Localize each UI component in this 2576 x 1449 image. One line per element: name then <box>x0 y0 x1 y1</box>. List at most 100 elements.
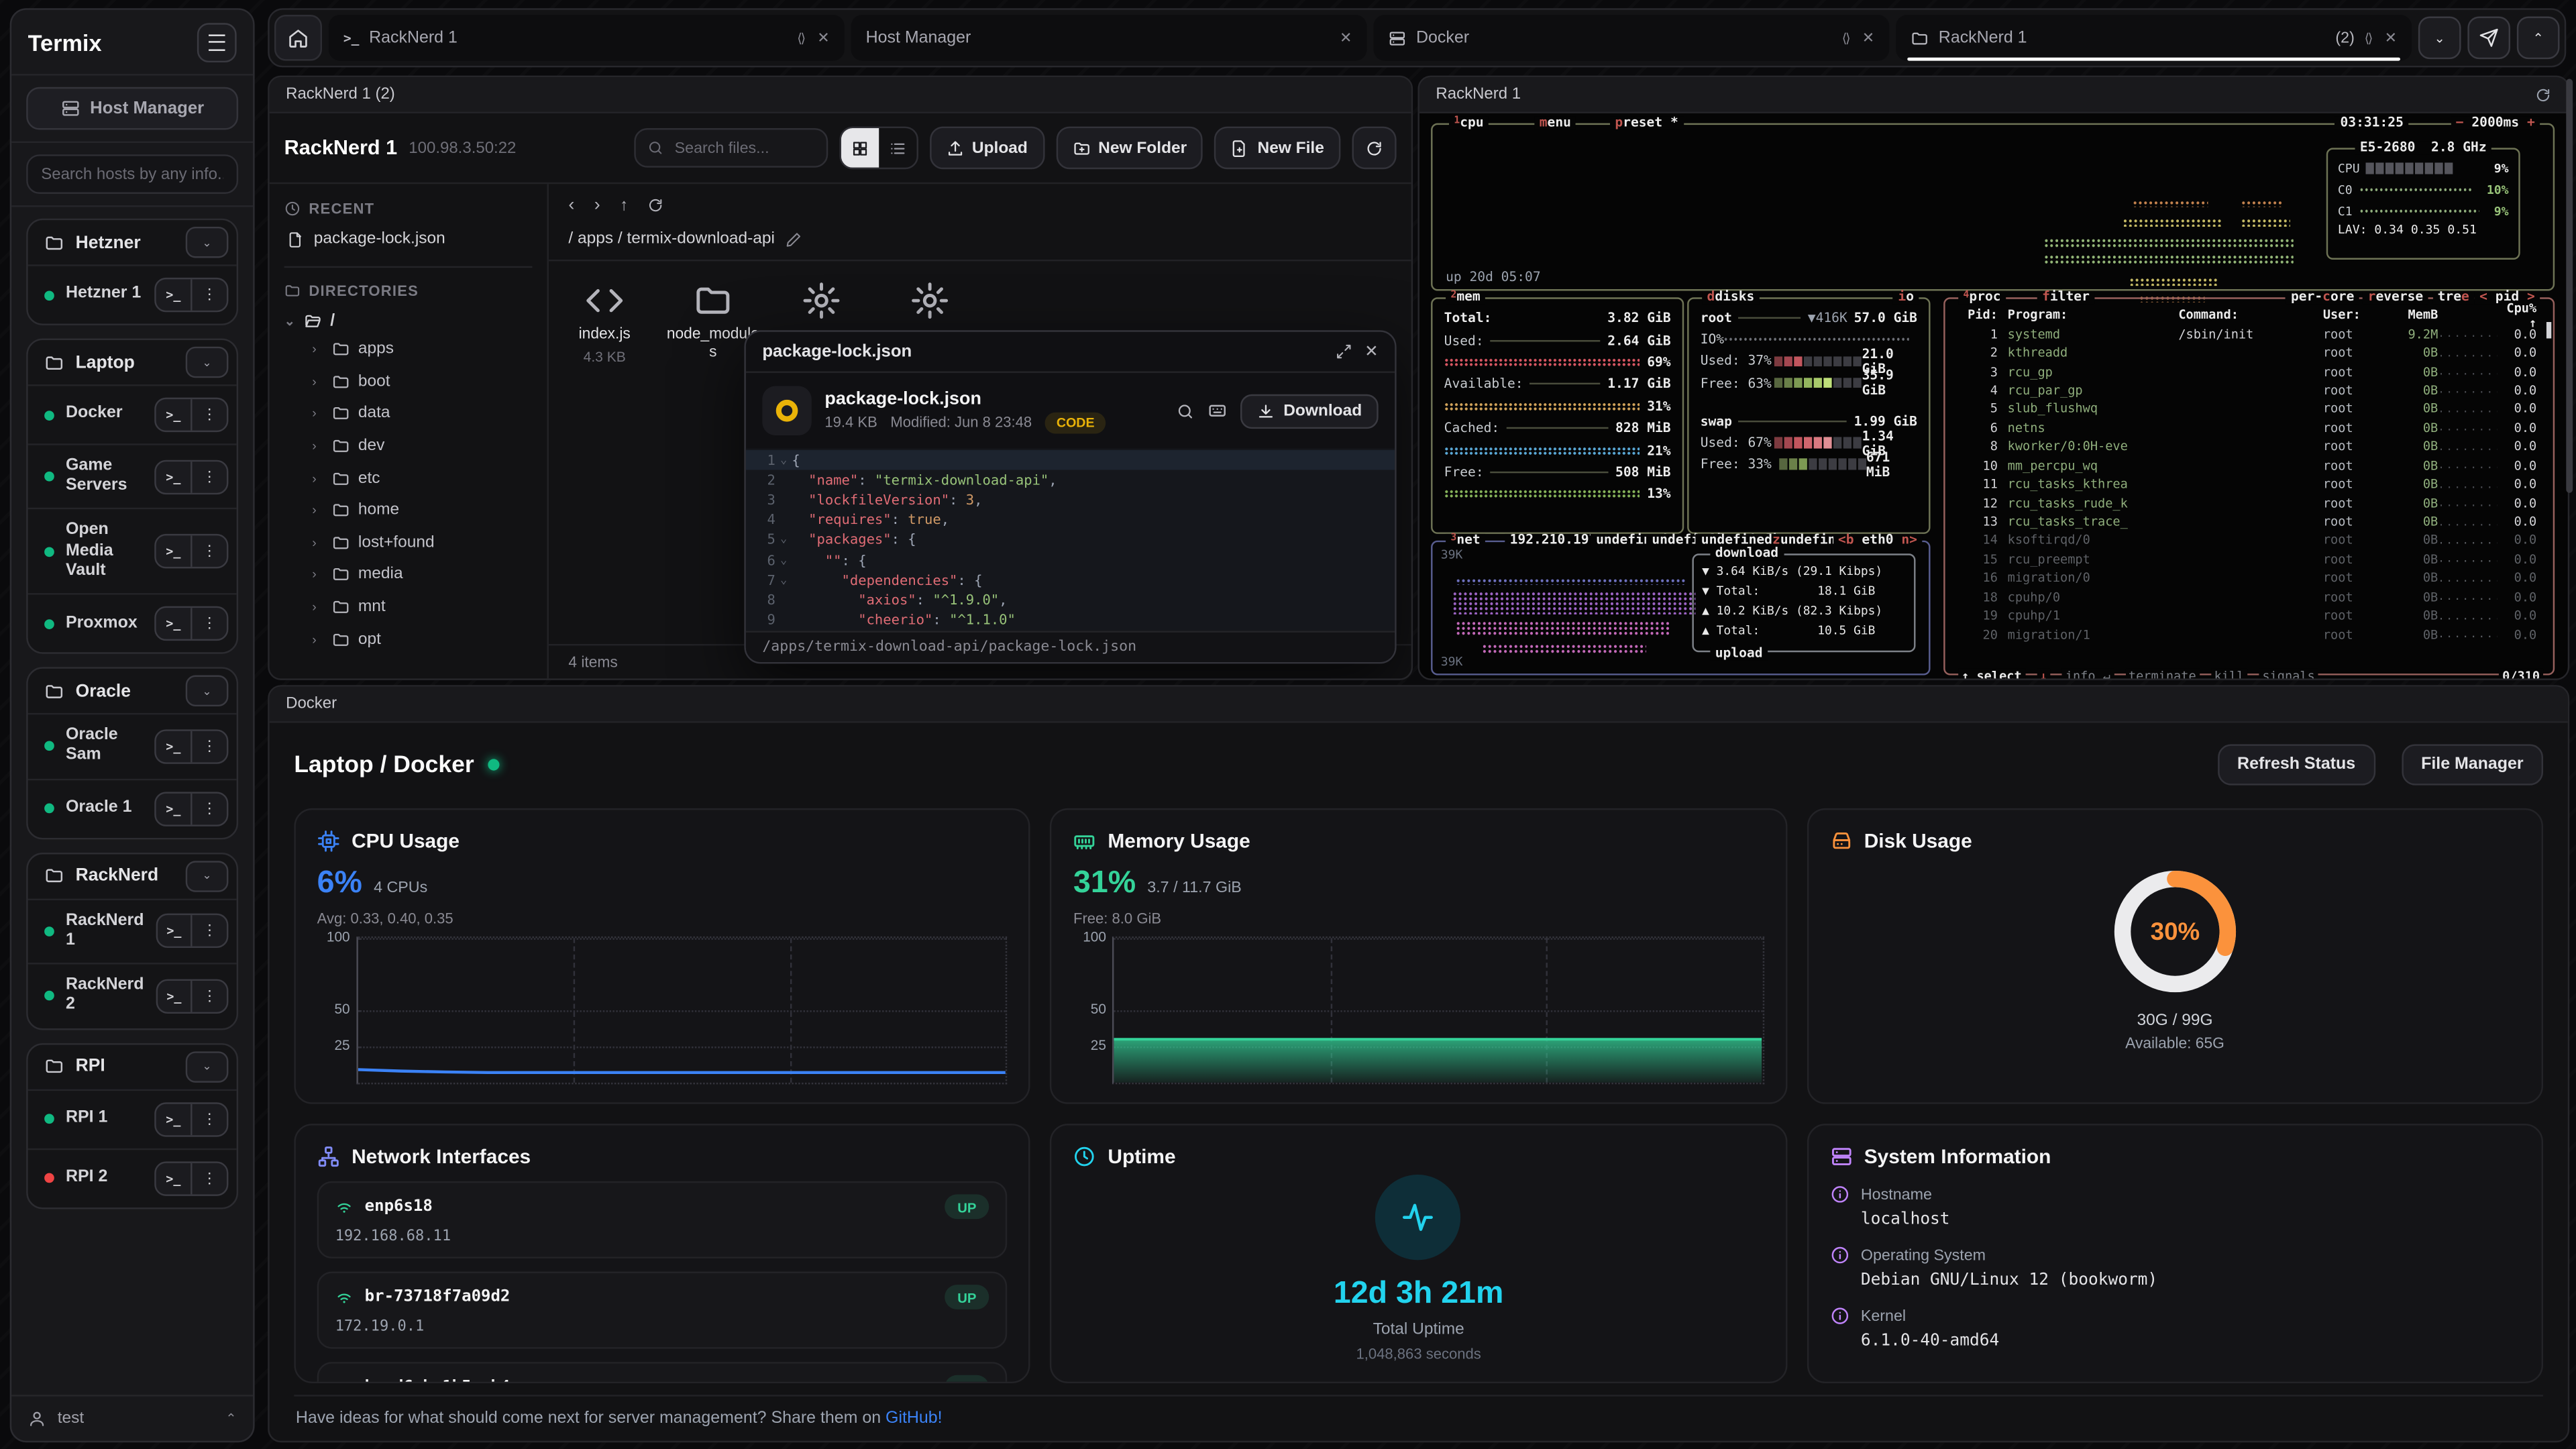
tree-item-dev[interactable]: ›dev <box>284 430 533 462</box>
tree-item-home[interactable]: ›home <box>284 494 533 527</box>
group-header[interactable]: Laptop⌄ <box>28 340 237 384</box>
chevron-up-icon[interactable]: ⌃ <box>225 1411 236 1426</box>
tree-item-boot[interactable]: ›boot <box>284 366 533 398</box>
close-tab-icon[interactable]: ✕ <box>2385 29 2397 47</box>
host-manager-button[interactable]: Host Manager <box>26 87 238 130</box>
host-menu-button[interactable]: ⋮ <box>193 399 227 431</box>
upload-button[interactable]: Upload <box>929 127 1044 170</box>
close-tab-icon[interactable]: ✕ <box>1340 29 1352 47</box>
host-proxmox[interactable]: Proxmox>_⋮ <box>28 594 237 653</box>
process-row[interactable]: 3rcu_gproot0B.........0.0 <box>1945 362 2553 381</box>
split-view-icon[interactable]: ⟨⟩ <box>2365 30 2371 45</box>
process-row[interactable]: 12rcu_tasks_rude_kroot0B.........0.0 <box>1945 494 2553 513</box>
nav-up-button[interactable]: ↑ <box>620 197 628 215</box>
process-row[interactable]: 16migration/0root0B.........0.0 <box>1945 569 2553 588</box>
open-terminal-button[interactable]: >_ <box>156 462 193 493</box>
process-row[interactable]: 6netnsroot0B.........0.0 <box>1945 419 2553 437</box>
tree-root-item[interactable]: ⌄ / <box>284 309 533 333</box>
page-scrollbar[interactable] <box>2566 79 2573 493</box>
open-terminal-button[interactable]: >_ <box>157 981 193 1012</box>
nav-back-button[interactable]: ‹ <box>568 195 574 215</box>
host-menu-button[interactable]: ⋮ <box>193 1163 227 1194</box>
process-row[interactable]: 2kthreaddroot0B.........0.0 <box>1945 343 2553 362</box>
host-menu-button[interactable]: ⋮ <box>193 279 227 311</box>
host-open-media-vault[interactable]: Open Media Vault>_⋮ <box>28 508 237 594</box>
host-rpi-1[interactable]: RPI 1>_⋮ <box>28 1089 237 1148</box>
process-row[interactable]: 14ksoftirqd/0root0B.........0.0 <box>1945 531 2553 550</box>
host-menu-button[interactable]: ⋮ <box>193 731 227 763</box>
open-terminal-button[interactable]: >_ <box>156 608 193 640</box>
refresh-status-button[interactable]: Refresh Status <box>2218 744 2375 785</box>
open-terminal-button[interactable]: >_ <box>157 916 193 947</box>
group-header[interactable]: RPI⌄ <box>28 1044 237 1089</box>
tree-item-lost-found[interactable]: ›lost+found <box>284 527 533 559</box>
group-header[interactable]: Hetzner⌄ <box>28 220 237 264</box>
process-row[interactable]: 15rcu_preemptroot0B.........0.0 <box>1945 550 2553 569</box>
open-terminal-button[interactable]: >_ <box>156 1104 193 1135</box>
host-menu-button[interactable]: ⋮ <box>193 608 227 640</box>
tab-dropdown-button[interactable]: ⌄ <box>2418 16 2461 59</box>
close-icon[interactable]: ✕ <box>1364 343 1379 361</box>
tab-docker[interactable]: Docker⟨⟩✕ <box>1373 15 1889 61</box>
tree-item-mnt[interactable]: ›mnt <box>284 591 533 623</box>
process-row[interactable]: 8kworker/0:0H-everoot0B.........0.0 <box>1945 437 2553 456</box>
file-search-input[interactable] <box>672 137 814 158</box>
host-menu-button[interactable]: ⋮ <box>193 793 227 824</box>
close-tab-icon[interactable]: ✕ <box>817 29 829 47</box>
host-racknerd-1[interactable]: RackNerd 1>_⋮ <box>28 898 237 963</box>
tree-item-opt[interactable]: ›opt <box>284 623 533 655</box>
refresh-files-button[interactable] <box>1352 127 1397 170</box>
process-row[interactable]: 11rcu_tasks_kthrearoot0B.........0.0 <box>1945 475 2553 494</box>
tree-item-apps[interactable]: ›apps <box>284 333 533 366</box>
list-view-button[interactable] <box>878 128 916 168</box>
sidebar-user-row[interactable]: test ⌃ <box>11 1395 253 1441</box>
code-viewer[interactable]: 1⌄{2 "name": "termix-download-api",3 "lo… <box>746 449 1395 631</box>
process-row[interactable]: 10mm_percpu_wqroot0B.........0.0 <box>1945 456 2553 475</box>
quick-launch-button[interactable] <box>2467 16 2510 59</box>
host-racknerd-2[interactable]: RackNerd 2>_⋮ <box>28 963 237 1028</box>
new-file-button[interactable]: New File <box>1215 127 1341 170</box>
open-terminal-button[interactable]: >_ <box>156 731 193 763</box>
group-collapse-button[interactable]: ⌄ <box>186 1051 229 1082</box>
split-view-icon[interactable]: ⟨⟩ <box>797 30 804 45</box>
tab-host-manager[interactable]: Host Manager✕ <box>851 15 1367 61</box>
split-view-icon[interactable]: ⟨⟩ <box>1842 30 1849 45</box>
download-button[interactable]: Download <box>1241 394 1379 428</box>
host-menu-button[interactable]: ⋮ <box>193 536 227 568</box>
open-terminal-button[interactable]: >_ <box>156 279 193 311</box>
sync-icon[interactable] <box>2535 87 2551 103</box>
file-item-index-js[interactable]: index.js4.3 KB <box>555 281 654 364</box>
tree-item-media[interactable]: ›media <box>284 559 533 591</box>
host-menu-button[interactable]: ⋮ <box>193 1104 227 1135</box>
host-menu-button[interactable]: ⋮ <box>193 916 227 947</box>
collapse-button[interactable]: ⌃ <box>2517 16 2560 59</box>
nav-refresh-button[interactable] <box>648 197 664 213</box>
sidebar-search-input[interactable] <box>26 154 238 194</box>
sidebar-menu-button[interactable] <box>197 23 237 62</box>
group-collapse-button[interactable]: ⌄ <box>186 860 229 892</box>
group-collapse-button[interactable]: ⌄ <box>186 347 229 378</box>
open-terminal-button[interactable]: >_ <box>156 536 193 568</box>
process-row[interactable]: 13rcu_tasks_trace_root0B.........0.0 <box>1945 513 2553 531</box>
github-link[interactable]: GitHub! <box>885 1409 943 1428</box>
nav-forward-button[interactable]: › <box>594 195 600 215</box>
open-terminal-button[interactable]: >_ <box>156 793 193 824</box>
host-menu-button[interactable]: ⋮ <box>193 462 227 493</box>
host-oracle-sam[interactable]: Oracle Sam>_⋮ <box>28 713 237 778</box>
grid-view-button[interactable] <box>841 128 878 168</box>
host-menu-button[interactable]: ⋮ <box>193 981 227 1012</box>
process-row[interactable]: 20migration/1root0B.........0.0 <box>1945 625 2553 644</box>
home-button[interactable] <box>274 15 322 61</box>
file-manager-button[interactable]: File Manager <box>2402 744 2543 785</box>
close-tab-icon[interactable]: ✕ <box>1862 29 1874 47</box>
host-game-servers[interactable]: Game Servers>_⋮ <box>28 443 237 508</box>
tree-item-data[interactable]: ›data <box>284 398 533 430</box>
open-terminal-button[interactable]: >_ <box>156 1163 193 1194</box>
process-row[interactable]: 18cpuhp/0root0B.........0.0 <box>1945 588 2553 606</box>
process-row[interactable]: 1systemd/sbin/initroot9.2M.........0.0 <box>1945 325 2553 343</box>
keyboard-icon[interactable] <box>1208 401 1228 421</box>
process-row[interactable]: 5slub_flushwqroot0B.........0.0 <box>1945 400 2553 419</box>
process-row[interactable]: 4rcu_par_gproot0B.........0.0 <box>1945 381 2553 400</box>
tab-racknerd-1-2[interactable]: RackNerd 1(2)⟨⟩✕ <box>1896 15 2412 61</box>
group-collapse-button[interactable]: ⌄ <box>186 227 229 258</box>
